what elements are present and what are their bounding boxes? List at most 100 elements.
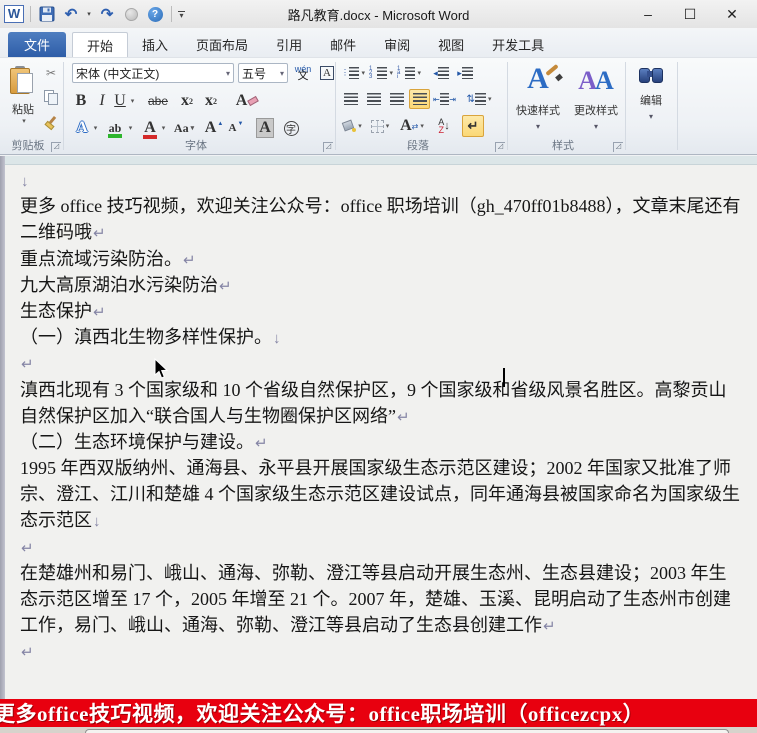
align-center-button[interactable] (363, 89, 384, 109)
redo-button[interactable]: ↷ (97, 4, 117, 24)
save-icon (39, 6, 55, 22)
multilevel-list-button[interactable]: 1 a i ▾ (396, 63, 422, 83)
text-line[interactable]: 宗、澄江、江川和楚雄 4 个国家级生态示范区建设试点，同年通海县被国家命名为国家… (20, 481, 745, 507)
superscript-button[interactable]: x2 (200, 91, 222, 111)
styles-dialog-launcher[interactable]: ◿ (613, 142, 623, 152)
copy-button[interactable] (42, 88, 60, 106)
shrink-font-button[interactable]: A ▼ (226, 117, 246, 139)
borders-button[interactable]: ▾ (368, 115, 392, 137)
editing-button[interactable]: 编辑 ▾ (626, 61, 676, 151)
paragraph-mark: ↵ (219, 278, 232, 295)
text-line[interactable]: 生态保护↵ (20, 298, 745, 324)
font-dialog-launcher[interactable]: ◿ (323, 142, 333, 152)
tab-引用[interactable]: 引用 (262, 32, 316, 57)
clear-formatting-button[interactable]: A (234, 91, 260, 111)
align-left-button[interactable] (340, 89, 361, 109)
line-break-mark: ↓ (273, 331, 281, 348)
bold-button[interactable]: B (72, 91, 90, 111)
shading-bucket-icon (341, 119, 357, 132)
tab-邮件[interactable]: 邮件 (316, 32, 370, 57)
phonetic-guide-button[interactable]: wén 文 (292, 61, 314, 85)
underline-dropdown[interactable]: ▾ (128, 91, 137, 111)
asian-layout-button[interactable]: A ⇄ ▾ (398, 115, 426, 137)
document-text[interactable]: ↓ 更多 office 技巧视频，欢迎关注公众号：office 职场培训（gh_4… (20, 167, 745, 665)
customize-qat-button[interactable]: ▾ (178, 10, 185, 19)
maximize-button[interactable]: ☐ (669, 0, 711, 28)
font-size-combobox[interactable]: 五号 ▾ (238, 63, 288, 83)
align-right-button[interactable] (386, 89, 407, 109)
scrollbar-partial[interactable] (85, 729, 729, 733)
tab-插入[interactable]: 插入 (128, 32, 182, 57)
word-logo-icon[interactable]: W (4, 5, 24, 23)
change-case-button[interactable]: Aa ▾ (172, 117, 196, 139)
text-line[interactable]: 态示范区↓ (20, 507, 745, 533)
text-line[interactable]: ↓ (20, 167, 745, 193)
text-line[interactable]: 重点流域污染防治。↵ (20, 246, 745, 272)
eraser-icon (247, 95, 260, 107)
text-line[interactable]: 更多 office 技巧视频，欢迎关注公众号：office 职场培训（gh_47… (20, 193, 745, 219)
strikethrough-button[interactable]: abe (144, 91, 172, 111)
paragraph-mark: ↵ (255, 435, 268, 452)
paragraph-dialog-launcher[interactable]: ◿ (495, 142, 505, 152)
tab-file[interactable]: 文件 (8, 32, 67, 57)
tab-视图[interactable]: 视图 (424, 32, 478, 57)
highlight-color-button[interactable]: ab (104, 117, 126, 139)
text-effects-dropdown[interactable]: ▾ (91, 117, 100, 139)
text-line[interactable]: 态示范区增至 17 个，2005 年增至 21 个。2007 年，楚雄、玉溪、昆… (20, 586, 745, 612)
text-line[interactable]: 自然保护区加入“联合国人与生物圈保护区网络”↵ (20, 403, 745, 429)
text-line[interactable]: ↵ (20, 534, 745, 560)
tab-开始[interactable]: 开始 (72, 32, 129, 57)
cut-button[interactable]: ✂ (42, 64, 60, 82)
styles-group-label: 样式 (552, 140, 574, 152)
text-line[interactable]: 滇西北现有 3 个国家级和 10 个省级自然保护区，9 个国家级和省级风景名胜区… (20, 377, 745, 403)
format-painter-button[interactable] (42, 114, 60, 132)
text-line[interactable]: （一）滇西北生物多样性保护。↓ (20, 324, 745, 350)
tab-审阅[interactable]: 审阅 (370, 32, 424, 57)
text-line[interactable]: 在楚雄州和易门、峨山、通海、弥勒、澄江等县启动开展生态州、生态县建设；2003 … (20, 560, 745, 586)
text-line[interactable]: （二）生态环境保护与建设。↵ (20, 429, 745, 455)
clipboard-group-label: 剪贴板 (11, 140, 45, 152)
highlight-icon: ab (107, 121, 123, 138)
clipboard-dialog-launcher[interactable]: ◿ (51, 142, 61, 152)
highlight-dropdown[interactable]: ▾ (126, 117, 135, 139)
document-area[interactable]: ↓ 更多 office 技巧视频，欢迎关注公众号：office 职场培训（gh_4… (0, 156, 757, 699)
help-button[interactable]: ? (145, 4, 165, 24)
bullets-button[interactable]: ⋮ ▾ (340, 63, 366, 83)
close-button[interactable]: ✕ (711, 0, 753, 28)
save-button[interactable] (37, 4, 57, 24)
paste-button[interactable]: 粘贴 ▾ (4, 62, 42, 128)
underline-button[interactable]: U (112, 91, 128, 111)
enclose-characters-button[interactable]: 字 (280, 117, 302, 139)
tab-页面布局[interactable]: 页面布局 (182, 32, 262, 57)
font-color-dropdown[interactable]: ▾ (159, 117, 168, 139)
text-line[interactable]: ↵ (20, 350, 745, 376)
text-line[interactable]: 1995 年西双版纳州、通海县、永平县开展国家级生态示范区建设；2002 年国家… (20, 455, 745, 481)
distribute-button[interactable]: ⇤ ⇥ (432, 89, 457, 109)
show-hide-marks-button[interactable]: ↵ (462, 115, 484, 137)
font-color-button[interactable]: A (140, 117, 160, 139)
numbering-button[interactable]: 1 2 3 ▾ (368, 63, 394, 83)
text-line[interactable]: 工作，易门、峨山、通海、弥勒、澄江等县启动了生态县创建工作↵ (20, 612, 745, 638)
decrease-indent-button[interactable]: ◂ (430, 63, 452, 83)
promo-banner-text: 更多office技巧视频，欢迎关注公众号：office职场培训（officezc… (0, 702, 645, 726)
italic-button[interactable]: I (94, 91, 110, 111)
tab-开发工具[interactable]: 开发工具 (478, 32, 558, 57)
subscript-button[interactable]: x2 (176, 91, 198, 111)
text-line[interactable]: ↵ (20, 638, 745, 664)
shading-button[interactable]: ▾ (340, 115, 364, 137)
character-shading-button[interactable]: A (254, 117, 276, 139)
grow-font-button[interactable]: A ▲ (204, 117, 224, 139)
page-top-edge (0, 156, 757, 165)
font-name-combobox[interactable]: 宋体 (中文正文) ▾ (72, 63, 234, 83)
line-spacing-button[interactable]: ⇅ ▾ (464, 89, 494, 109)
sort-button[interactable]: AZ ↓ (432, 115, 456, 137)
undo-dropdown[interactable]: ▾ (85, 4, 93, 24)
divider (30, 6, 31, 22)
minimize-button[interactable]: – (627, 0, 669, 28)
text-line[interactable]: 二维码哦↵ (20, 219, 745, 245)
text-line[interactable]: 九大高原湖泊水污染防治↵ (20, 272, 745, 298)
increase-indent-button[interactable]: ▸ (454, 63, 476, 83)
text-effects-button[interactable]: A (72, 117, 92, 139)
justify-button[interactable] (409, 89, 430, 109)
undo-button[interactable]: ↶ (61, 4, 81, 24)
